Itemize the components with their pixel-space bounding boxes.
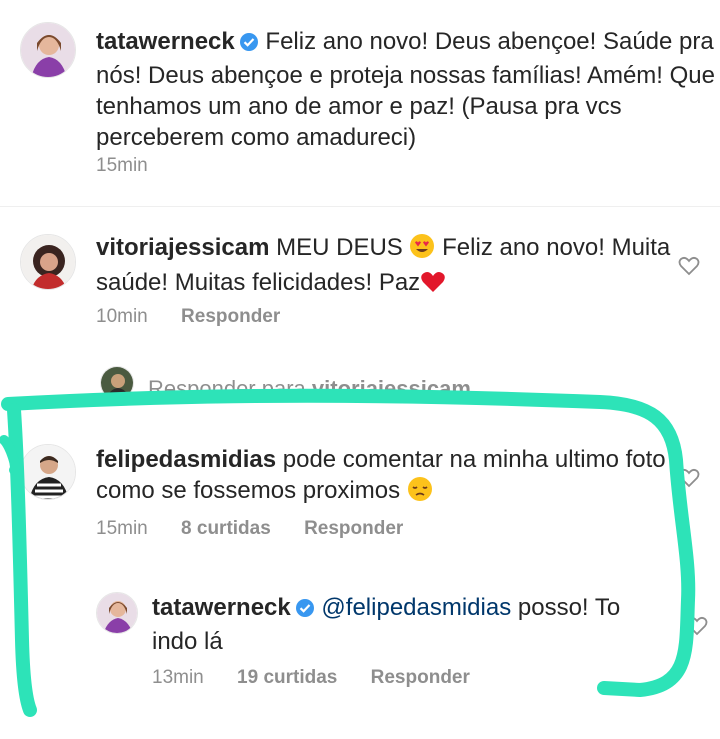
comment-text-before: MEU DEUS	[276, 234, 403, 261]
red-heart-emoji	[420, 270, 446, 302]
my-avatar	[100, 366, 134, 400]
divider	[0, 206, 720, 207]
reply-prompt-username: vitoriajessicam...	[311, 376, 490, 401]
comment-time: 13min	[152, 667, 204, 688]
avatar[interactable]	[20, 234, 76, 290]
reply-button[interactable]: Responder	[181, 306, 280, 327]
username[interactable]: tatawerneck	[96, 28, 235, 55]
reply-button[interactable]: Responder	[371, 667, 470, 688]
avatar[interactable]	[20, 444, 76, 500]
heart-icon[interactable]	[678, 468, 700, 493]
verified-badge-icon	[295, 595, 315, 626]
username[interactable]: tatawerneck	[152, 594, 291, 621]
avatar[interactable]	[20, 22, 76, 78]
reply-prompt[interactable]: Responder para vitoriajessicam...	[148, 376, 489, 402]
heart-eyes-emoji	[409, 233, 435, 267]
verified-badge-icon	[239, 29, 259, 60]
comment-time: 10min	[96, 306, 148, 327]
username[interactable]: vitoriajessicam	[96, 234, 269, 261]
heart-icon[interactable]	[686, 616, 708, 641]
avatar[interactable]	[96, 592, 138, 634]
mention-link[interactable]: @felipedasmidias	[321, 594, 511, 621]
pensive-emoji	[407, 476, 433, 510]
likes-count[interactable]: 8 curtidas	[181, 518, 271, 539]
username[interactable]: felipedasmidias	[96, 446, 276, 473]
comment-time: 15min	[96, 518, 148, 539]
reply-button[interactable]: Responder	[304, 518, 403, 539]
heart-icon[interactable]	[678, 256, 700, 281]
likes-count[interactable]: 19 curtidas	[237, 667, 337, 688]
comment-time: 15min	[96, 155, 148, 176]
reply-prompt-label: Responder para	[148, 376, 306, 401]
